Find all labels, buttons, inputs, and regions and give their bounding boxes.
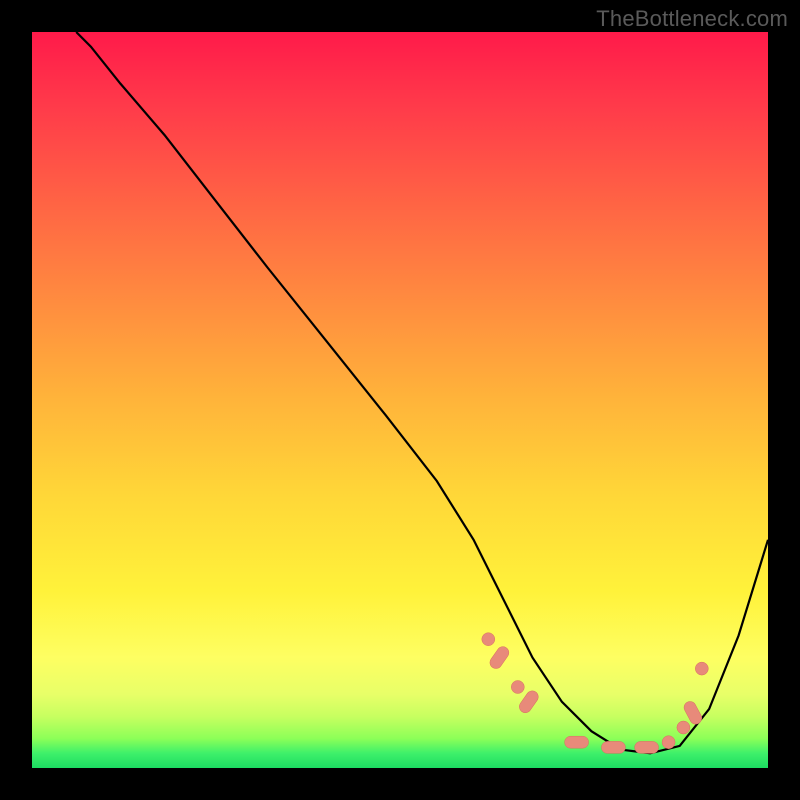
watermark-text: TheBottleneck.com [596, 6, 788, 32]
marker-dot [695, 662, 708, 675]
marker-pill [488, 644, 512, 671]
data-markers [482, 633, 709, 754]
marker-dot [677, 721, 690, 734]
marker-dot [662, 736, 675, 749]
marker-pill [635, 741, 659, 753]
chart-overlay [32, 32, 768, 768]
marker-dot [511, 681, 524, 694]
marker-dot [482, 633, 495, 646]
marker-pill [601, 741, 625, 753]
marker-pill [565, 736, 589, 748]
bottleneck-curve [76, 32, 768, 753]
chart-plot-area [32, 32, 768, 768]
